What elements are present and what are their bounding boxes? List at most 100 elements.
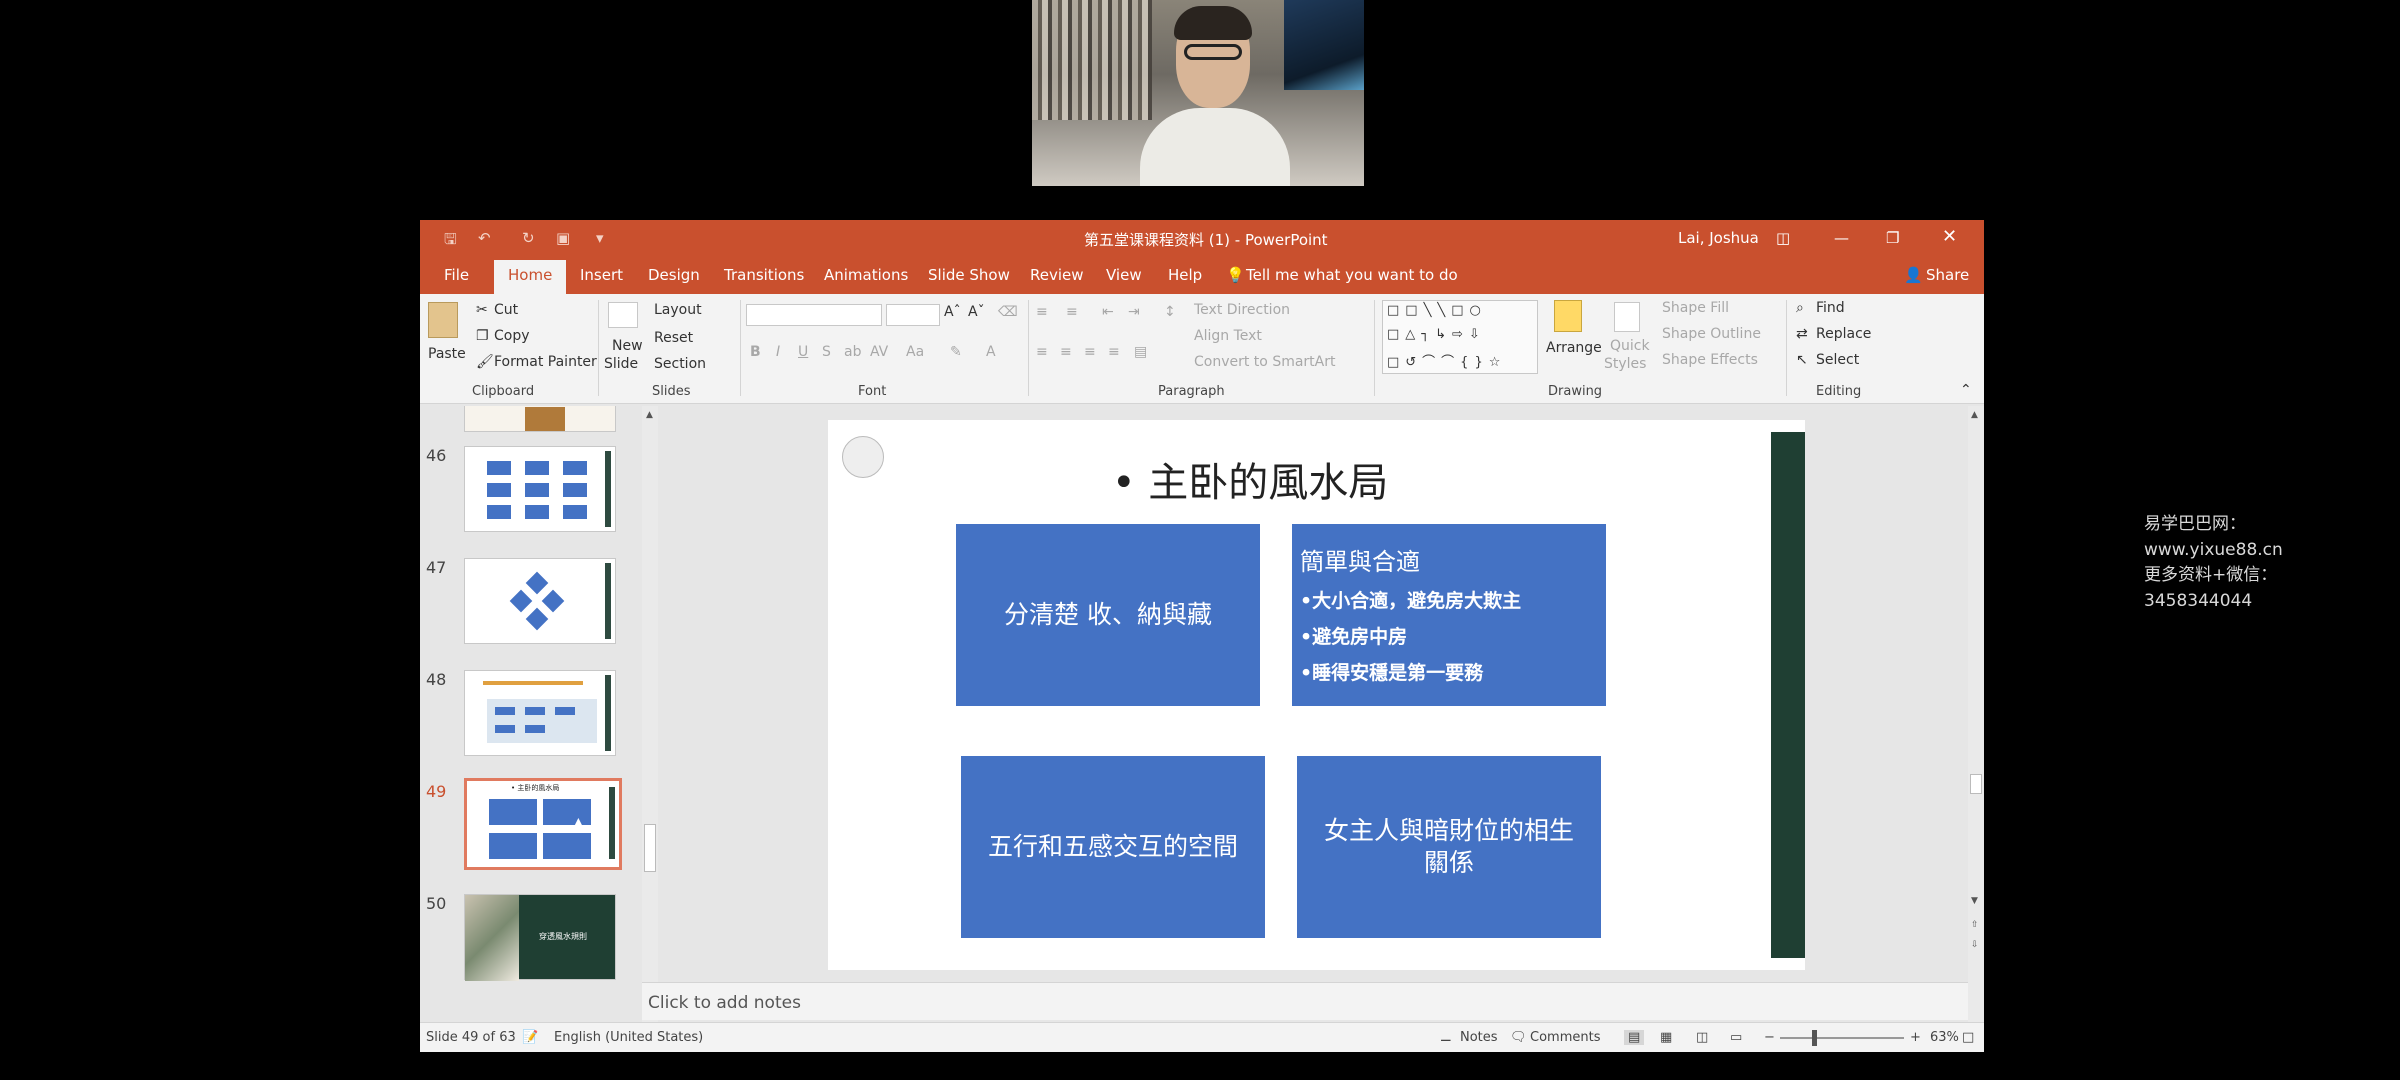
slide-thumbnail-50[interactable]: 穿透風水規則	[464, 894, 616, 981]
tab-home[interactable]: Home	[494, 260, 567, 294]
spellcheck-icon[interactable]: 📝	[522, 1030, 538, 1045]
strikethrough-icon[interactable]: S	[822, 344, 831, 360]
shape-effects-button[interactable]: Shape Effects	[1662, 352, 1758, 368]
zoom-slider-thumb[interactable]	[1812, 1030, 1817, 1046]
customize-icon[interactable]: ▾	[596, 229, 604, 247]
paste-icon[interactable]	[428, 302, 458, 338]
slide-thumbnail-46[interactable]	[464, 446, 616, 532]
line-spacing-icon[interactable]: ↕	[1164, 304, 1176, 320]
shapes-gallery[interactable]: □□╲╲□○ □△┐↳⇨⇩ □↺⌒⌒{}☆	[1382, 300, 1538, 374]
new-slide-label-1[interactable]: New	[612, 338, 643, 354]
align-left-icon[interactable]: ≡	[1036, 344, 1048, 360]
shrink-font-icon[interactable]: Aˇ	[968, 304, 985, 320]
slide-box-top-left[interactable]: 分清楚 收、納與藏	[956, 524, 1260, 706]
quick-styles-label-2[interactable]: Styles	[1604, 356, 1646, 372]
slide-box-bottom-right[interactable]: 女主人與暗財位的相生關係	[1297, 756, 1601, 938]
convert-smartart-button[interactable]: Convert to SmartArt	[1194, 354, 1335, 370]
slide-thumbnail-47[interactable]	[464, 558, 616, 644]
share-button[interactable]: Share	[1926, 266, 1969, 284]
editor-scrollbar-thumb[interactable]	[1970, 774, 1982, 794]
numbering-icon[interactable]: ≡	[1066, 304, 1078, 320]
editor-scrollbar[interactable]: ▲ ▼ ⇧ ⇩	[1968, 406, 1984, 1022]
slideshow-view-icon[interactable]: ▭	[1730, 1030, 1742, 1045]
zoom-in-icon[interactable]: +	[1910, 1030, 1921, 1045]
align-text-button[interactable]: Align Text	[1194, 328, 1262, 344]
tab-slide-show[interactable]: Slide Show	[928, 266, 1010, 284]
font-size-input[interactable]	[886, 304, 940, 326]
tab-transitions[interactable]: Transitions	[724, 266, 804, 284]
text-direction-button[interactable]: Text Direction	[1194, 302, 1290, 318]
slide-thumbnail-45[interactable]	[464, 406, 616, 432]
next-slide-icon[interactable]: ⇩	[1971, 940, 1979, 950]
tab-design[interactable]: Design	[648, 266, 700, 284]
tab-view[interactable]: View	[1106, 266, 1142, 284]
comments-button[interactable]: Comments	[1530, 1030, 1600, 1045]
underline-icon[interactable]: U	[798, 344, 808, 360]
collapse-ribbon-icon[interactable]: ⌃	[1960, 382, 1972, 398]
slide-title[interactable]: • 主卧的風水局	[1112, 450, 1388, 508]
font-color-icon[interactable]: A	[986, 344, 996, 360]
shape-fill-button[interactable]: Shape Fill	[1662, 300, 1729, 316]
arrange-button[interactable]: Arrange	[1546, 340, 1602, 356]
justify-icon[interactable]: ≡	[1108, 344, 1120, 360]
tab-insert[interactable]: Insert	[580, 266, 623, 284]
editor-scroll-down-icon[interactable]: ▼	[1971, 896, 1978, 906]
notes-placeholder[interactable]: Click to add notes	[648, 993, 801, 1013]
tab-animations[interactable]: Animations	[824, 266, 908, 284]
tab-review[interactable]: Review	[1030, 266, 1084, 284]
align-right-icon[interactable]: ≡	[1084, 344, 1096, 360]
tab-help[interactable]: Help	[1168, 266, 1202, 284]
clear-format-icon[interactable]: ⌫	[998, 304, 1018, 320]
notes-pane[interactable]: Click to add notes	[642, 982, 1968, 1020]
slide-box-bottom-left[interactable]: 五行和五感交互的空間	[961, 756, 1265, 938]
indent-decrease-icon[interactable]: ⇤	[1102, 304, 1114, 320]
font-name-input[interactable]	[746, 304, 882, 326]
section-button[interactable]: Section	[654, 356, 706, 372]
save-icon[interactable]: 🖫	[444, 229, 457, 254]
select-button[interactable]: Select	[1816, 352, 1859, 368]
tab-file[interactable]: File	[444, 266, 469, 284]
thumbnails-scrollbar[interactable]: ▲ ▼	[642, 406, 658, 1022]
columns-icon[interactable]: ▤	[1134, 344, 1147, 360]
scroll-up-icon[interactable]: ▲	[646, 410, 653, 420]
align-center-icon[interactable]: ≡	[1060, 344, 1072, 360]
change-case-icon[interactable]: Aa	[906, 344, 924, 360]
cut-button[interactable]: Cut	[494, 302, 518, 318]
minimize-icon[interactable]: —	[1834, 229, 1849, 247]
language-status[interactable]: English (United States)	[554, 1030, 703, 1045]
scrollbar-thumb[interactable]	[644, 824, 656, 872]
normal-view-icon[interactable]: ▤	[1624, 1030, 1645, 1045]
bullets-icon[interactable]: ≡	[1036, 304, 1048, 320]
quick-styles-label-1[interactable]: Quick	[1610, 338, 1650, 354]
editor-scroll-up-icon[interactable]: ▲	[1971, 410, 1978, 420]
undo-icon[interactable]: ↶	[478, 229, 491, 247]
ribbon-display-icon[interactable]: ◫	[1776, 229, 1790, 247]
indent-increase-icon[interactable]: ⇥	[1128, 304, 1140, 320]
tell-me-search[interactable]: Tell me what you want to do	[1246, 266, 1458, 284]
close-icon[interactable]: ✕	[1942, 226, 1957, 247]
format-painter-button[interactable]: Format Painter	[494, 354, 597, 370]
zoom-out-icon[interactable]: −	[1764, 1030, 1775, 1045]
reading-view-icon[interactable]: ◫	[1696, 1030, 1708, 1045]
arrange-icon[interactable]	[1554, 300, 1582, 332]
copy-button[interactable]: Copy	[494, 328, 530, 344]
char-spacing-2-icon[interactable]: AV	[870, 344, 888, 360]
shape-outline-button[interactable]: Shape Outline	[1662, 326, 1761, 342]
find-button[interactable]: Find	[1816, 300, 1845, 316]
redo-icon[interactable]: ↻	[522, 229, 535, 247]
user-name[interactable]: Lai, Joshua	[1678, 229, 1759, 247]
prev-slide-icon[interactable]: ⇧	[1971, 920, 1979, 930]
layout-button[interactable]: Layout	[654, 302, 702, 318]
new-slide-icon[interactable]	[608, 302, 638, 328]
slide-thumbnail-48[interactable]	[464, 670, 616, 756]
paste-button[interactable]: Paste	[428, 346, 466, 362]
current-slide[interactable]: • 主卧的風水局 分清楚 收、納與藏 簡單與合適 •大小合適，避免房大欺主 •避…	[828, 420, 1805, 970]
new-slide-label-2[interactable]: Slide	[604, 356, 638, 372]
quick-styles-icon[interactable]	[1614, 302, 1640, 332]
zoom-level[interactable]: 63%	[1930, 1030, 1959, 1045]
present-icon[interactable]: ▣	[556, 229, 570, 247]
italic-icon[interactable]: I	[776, 344, 780, 360]
reset-button[interactable]: Reset	[654, 330, 693, 346]
char-spacing-icon[interactable]: ab	[844, 344, 861, 360]
notes-button[interactable]: Notes	[1460, 1030, 1498, 1045]
